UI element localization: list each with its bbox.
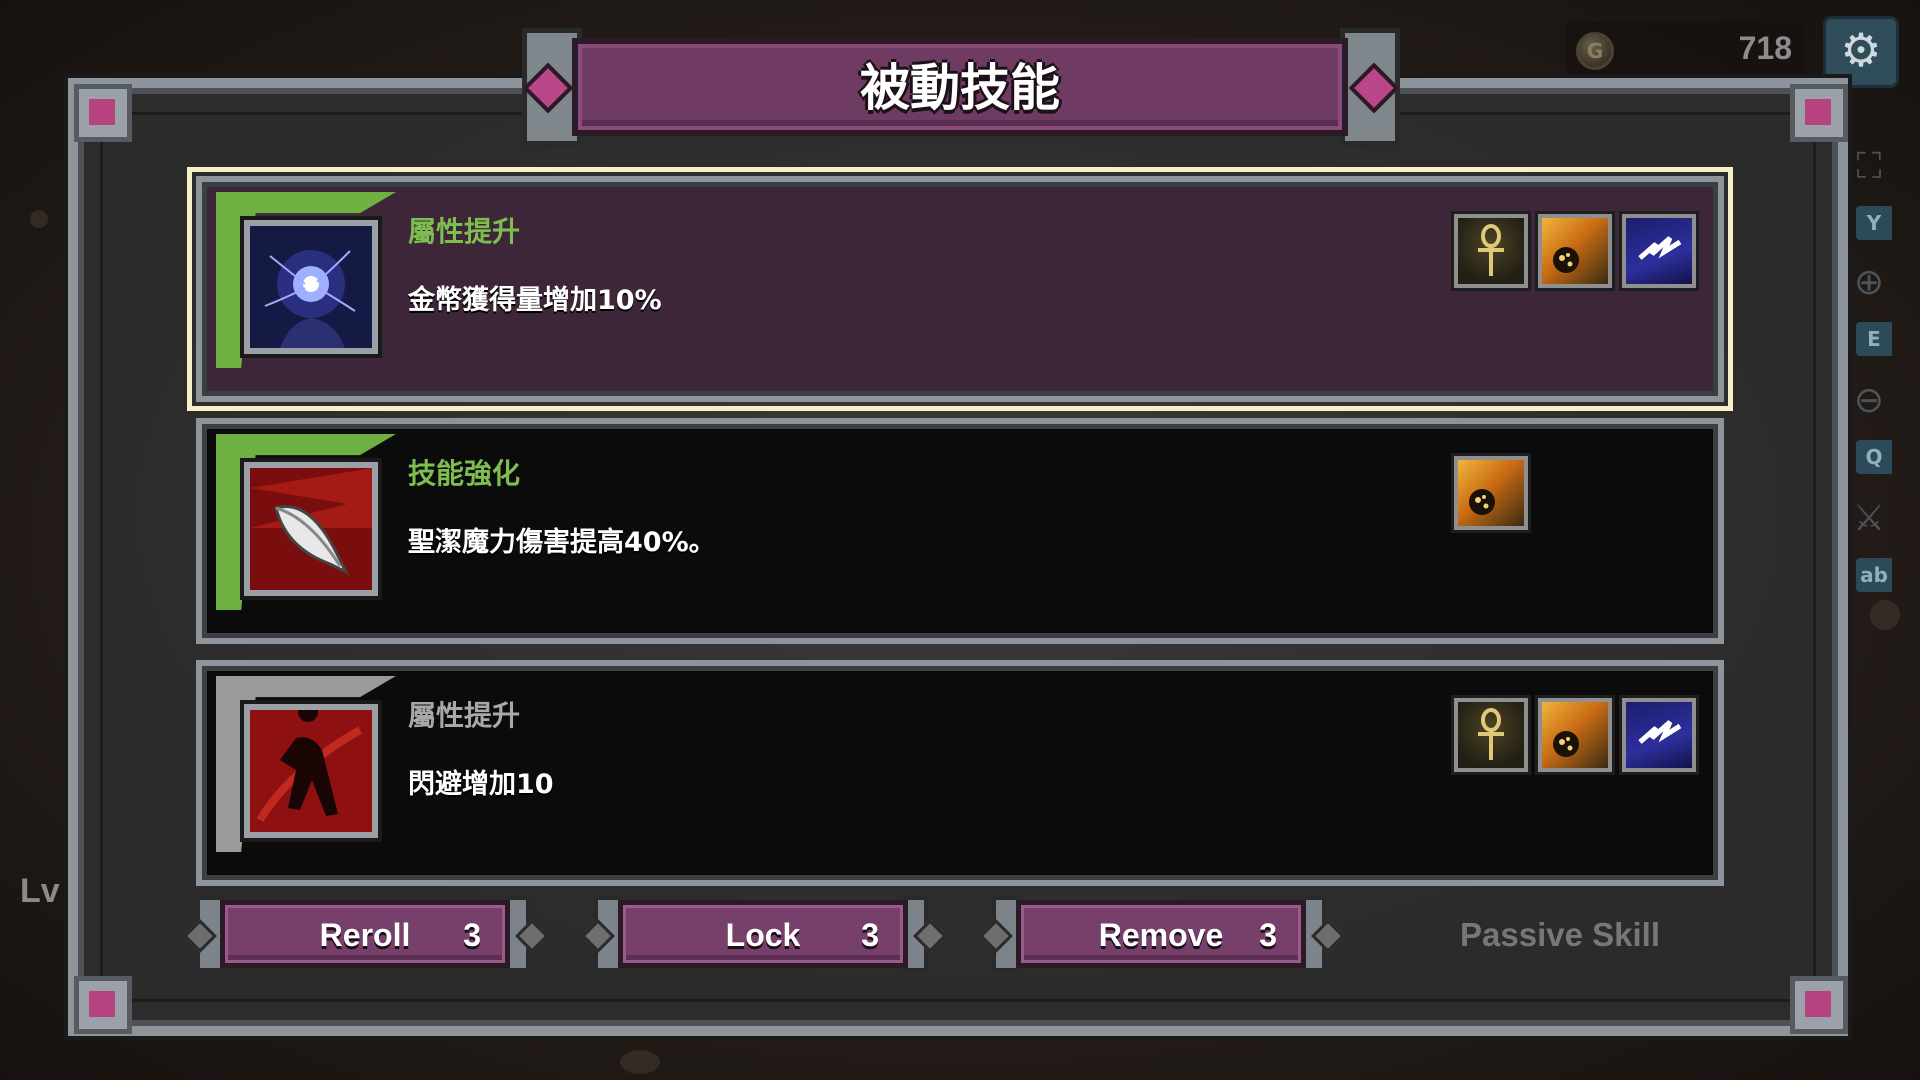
skill-icon-blade <box>244 462 378 596</box>
remove-button[interactable]: Remove 3 <box>1016 900 1306 968</box>
skill-icon-dodge <box>244 704 378 838</box>
passive-skill-label: Passive Skill <box>1460 916 1660 953</box>
meteor-icon <box>1454 456 1528 530</box>
bg-decoration <box>620 1050 660 1074</box>
frame-corner <box>74 976 132 1034</box>
hotkey-q[interactable]: Q <box>1856 440 1892 474</box>
skill-icon-vortex <box>244 220 378 354</box>
hotkey-tab[interactable]: ab <box>1856 558 1892 592</box>
skill-category: 技能強化 <box>408 457 521 490</box>
frame-corner <box>1790 976 1848 1034</box>
lightning-icon <box>1622 214 1696 288</box>
hotkey-e[interactable]: E <box>1856 322 1892 356</box>
reroll-count: 3 <box>463 917 481 953</box>
gear-icon: ⚙ <box>1840 23 1882 77</box>
lock-count: 3 <box>861 917 879 953</box>
meteor-icon <box>1538 214 1612 288</box>
lightning-icon <box>1622 698 1696 772</box>
skill-card[interactable]: 屬性提升 閃避增加10 <box>196 660 1724 886</box>
zoom-out-icon[interactable]: ⊖ <box>1848 380 1890 422</box>
bg-decoration <box>1870 600 1900 630</box>
frame-corner <box>1790 84 1848 142</box>
meteor-icon <box>1538 698 1612 772</box>
zoom-in-icon[interactable]: ⊕ <box>1848 262 1890 304</box>
skill-card[interactable]: 技能強化 聖潔魔力傷害提高40%。 <box>196 418 1724 644</box>
skill-description: 聖潔魔力傷害提高40%。 <box>408 527 716 558</box>
level-label: Lv <box>20 872 60 910</box>
coin-icon: G <box>1576 32 1614 70</box>
sword-icon[interactable]: ⚔ <box>1848 498 1890 540</box>
fullscreen-icon[interactable]: ⛶ <box>1848 146 1890 188</box>
skill-description: 閃避增加10 <box>408 769 554 800</box>
frame-corner <box>74 84 132 142</box>
hotkey-y[interactable]: Y <box>1856 206 1892 240</box>
reroll-button[interactable]: Reroll 3 <box>220 900 510 968</box>
skill-category: 屬性提升 <box>408 699 521 732</box>
skill-card[interactable]: 屬性提升 金幣獲得量增加10% <box>187 167 1733 411</box>
gold-value: 718 <box>1738 30 1792 66</box>
bg-decoration <box>30 210 48 228</box>
ankh-icon <box>1454 214 1528 288</box>
skill-description: 金幣獲得量增加10% <box>408 285 662 316</box>
ankh-icon <box>1454 698 1528 772</box>
dialog-title: 被動技能 <box>860 59 1060 117</box>
lock-button[interactable]: Lock 3 <box>618 900 908 968</box>
skill-category: 屬性提升 <box>408 215 521 248</box>
remove-count: 3 <box>1259 917 1277 953</box>
